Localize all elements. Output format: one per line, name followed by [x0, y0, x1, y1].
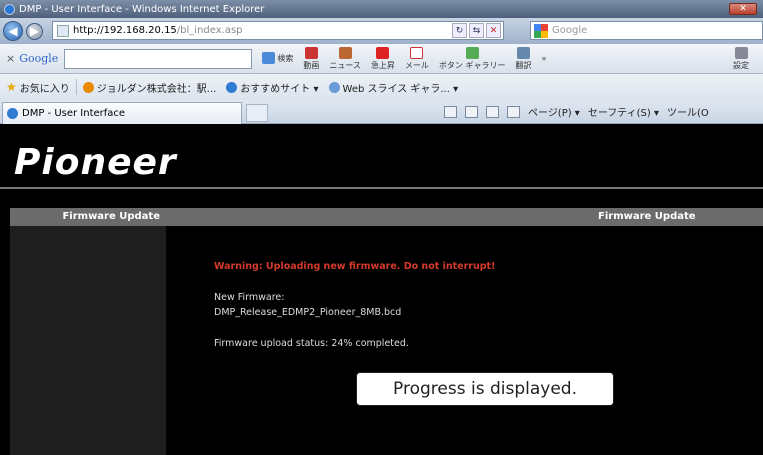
url-host: http://192.168.20.15 [73, 25, 177, 36]
toolbar-translate-button[interactable]: 翻訳 [515, 46, 531, 71]
favorite-item-jorudan[interactable]: ジョルダン株式会社：駅... [82, 80, 216, 95]
ie-icon [4, 3, 15, 15]
ie-icon [7, 108, 18, 119]
webslice-icon [328, 81, 340, 93]
command-bar: ページ(P) ▾ セーフティ(S) ▾ ツール(O [444, 104, 709, 119]
news-icon [338, 46, 352, 59]
upload-status: Firmware upload status: 24% completed. [214, 338, 409, 349]
sidebar-panel [10, 226, 166, 455]
trending-icon [376, 46, 390, 59]
tab-dmp-user-interface[interactable]: DMP - User Interface [2, 102, 242, 124]
tab-title: DMP - User Interface [22, 108, 126, 119]
new-tab-button[interactable] [246, 104, 268, 122]
close-toolbar-icon[interactable]: × [6, 52, 15, 65]
toolbar-settings-button[interactable]: 設定 [733, 46, 749, 71]
google-toolbar-logo: Google [19, 52, 59, 65]
toolbar-search-input[interactable] [64, 48, 253, 69]
compat-icon[interactable]: ⇆ [469, 23, 484, 38]
favorite-item-suggested[interactable]: おすすめサイト ▾ [226, 80, 319, 95]
back-button[interactable]: ◀ [3, 21, 23, 41]
translate-icon [516, 46, 530, 59]
toolbar-video-button[interactable]: 動画 [303, 46, 319, 71]
favorites-button[interactable]: お気に入り [20, 80, 70, 95]
close-window-button[interactable]: ✕ [729, 3, 757, 15]
home-icon[interactable] [444, 105, 457, 118]
url-path: /bl_index.asp [176, 25, 243, 36]
warning-message: Warning: Uploading new firmware. Do not … [214, 261, 496, 272]
tools-menu[interactable]: ツール(O [667, 104, 709, 119]
window-title: DMP - User Interface - Windows Internet … [19, 3, 265, 15]
window-titlebar: DMP - User Interface - Windows Internet … [0, 0, 763, 18]
toolbar-news-button[interactable]: ニュース [329, 46, 361, 71]
google-icon [534, 23, 548, 38]
search-engine-label: Google [552, 25, 588, 36]
page-icon [57, 24, 69, 37]
search-icon [262, 52, 276, 64]
toolbar-mail-button[interactable]: メール [405, 46, 429, 71]
progress-callout: Progress is displayed. [356, 372, 614, 406]
mail-icon [410, 46, 424, 59]
toolbar-search-button[interactable]: 検索 [262, 52, 293, 65]
google-toolbar: × Google 検索 動画 ニュース 急上昇 メール ボタン ギャラリー 翻訳… [0, 44, 763, 74]
gallery-icon [465, 46, 479, 59]
jorudan-icon [82, 81, 94, 93]
divider [75, 79, 77, 95]
favorites-star-icon: ★ [6, 80, 17, 94]
sidebar-header[interactable]: Firmware Update [10, 208, 166, 226]
toolbar-more-button[interactable]: » [541, 54, 546, 63]
page-menu[interactable]: ページ(P) ▾ [528, 104, 580, 119]
print-icon[interactable] [507, 105, 520, 118]
refresh-icon[interactable]: ↻ [452, 23, 467, 38]
wrench-icon [734, 46, 748, 59]
video-icon [304, 46, 318, 59]
favorites-bar: ★ お気に入り ジョルダン株式会社：駅... おすすめサイト ▾ Web スライ… [0, 74, 763, 100]
toolbar-gallery-button[interactable]: ボタン ギャラリー [439, 46, 505, 71]
logo: Pioneer [14, 142, 177, 183]
safety-menu[interactable]: セーフティ(S) ▾ [588, 104, 659, 119]
address-bar-row: ◀ ▶ http://192.168.20.15/bl_index.asp ↻ … [0, 18, 763, 44]
stop-icon[interactable]: ✕ [486, 23, 501, 38]
forward-button[interactable]: ▶ [26, 22, 43, 40]
firmware-file-name: DMP_Release_EDMP2_Pioneer_8MB.bcd [214, 307, 402, 318]
main-header: Firmware Update [166, 208, 763, 226]
ie-icon [226, 81, 238, 93]
toolbar-trending-button[interactable]: 急上昇 [371, 46, 395, 71]
feeds-icon[interactable] [465, 105, 478, 118]
address-input[interactable]: http://192.168.20.15/bl_index.asp ↻ ⇆ ✕ [52, 21, 504, 40]
search-input[interactable]: Google [530, 21, 763, 40]
pioneer-logo: Pioneer [14, 142, 177, 183]
mail-icon[interactable] [486, 105, 499, 118]
favorite-item-webslice[interactable]: Web スライス ギャラ... ▾ [328, 80, 458, 95]
new-firmware-label: New Firmware: [214, 292, 285, 303]
divider [0, 187, 763, 189]
tab-bar: DMP - User Interface ページ(P) ▾ セーフティ(S) ▾… [0, 100, 763, 124]
